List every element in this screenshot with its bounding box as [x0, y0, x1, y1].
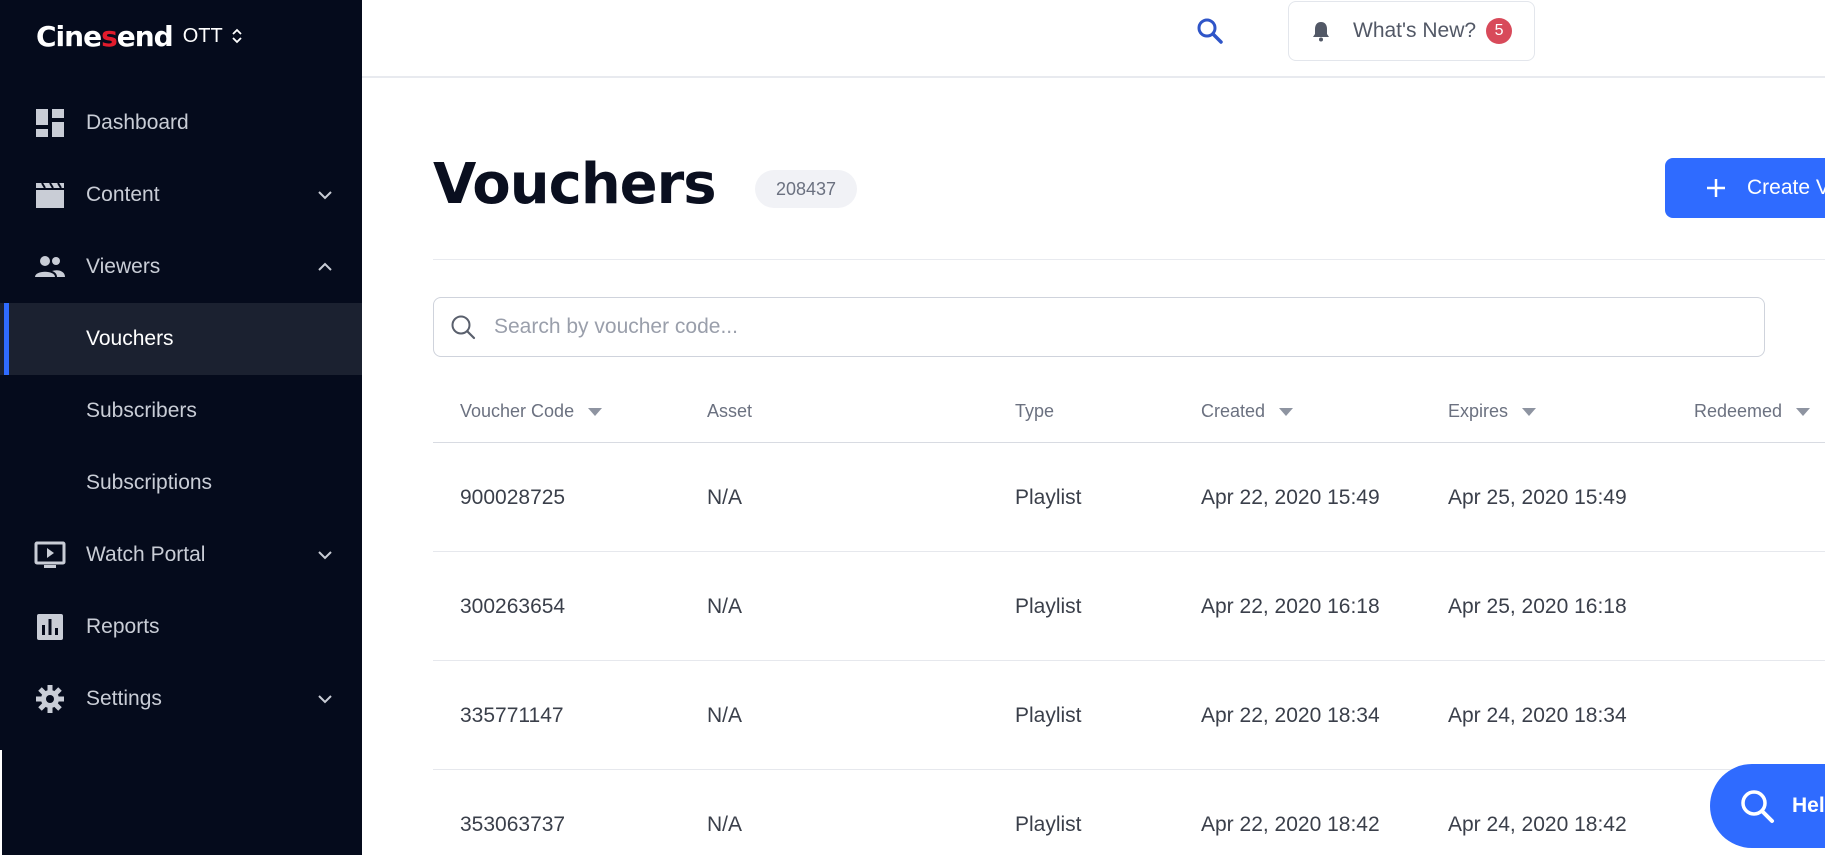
sidebar-item-reports[interactable]: Reports [0, 591, 362, 663]
product-label: OTT [182, 24, 223, 47]
voucher-code: 300263654 [460, 594, 566, 618]
table-row[interactable]: 335771147 N/A Playlist Apr 22, 2020 18:3… [433, 661, 1825, 770]
type: Playlist [1015, 812, 1082, 836]
type: Playlist [1015, 594, 1082, 618]
expires-date: Apr 24, 2020 18:34 [1448, 703, 1627, 727]
table-row[interactable]: 900028725 N/A Playlist Apr 22, 2020 15:4… [433, 443, 1825, 552]
voucher-code: 335771147 [460, 703, 564, 727]
product-switcher[interactable]: OTT [183, 25, 243, 48]
sort-down-icon [1796, 407, 1811, 416]
sidebar-item-settings[interactable]: Settings [0, 663, 362, 735]
voucher-search[interactable] [433, 297, 1765, 357]
help-button[interactable]: Hel [1710, 764, 1825, 848]
search-icon[interactable] [1195, 16, 1225, 46]
type: Playlist [1015, 485, 1082, 509]
cinesend-logo: Cinesend [36, 19, 174, 53]
sidebar-item-label: Vouchers [86, 327, 174, 350]
chevron-up-icon [318, 262, 332, 271]
people-icon [35, 256, 65, 277]
sidebar-item-content[interactable]: Content [0, 159, 362, 231]
type: Playlist [1015, 703, 1082, 727]
help-search-icon [1741, 790, 1774, 823]
create-voucher-label: Create V [1747, 176, 1825, 199]
whats-new-button[interactable]: What's New? 5 [1288, 1, 1535, 61]
vouchers-table: Voucher Code Asset Type Created Expires … [433, 380, 1825, 855]
sidebar-item-viewers[interactable]: Viewers [0, 231, 362, 303]
sidebar-item-label: Subscribers [86, 399, 197, 422]
whats-new-label: What's New? [1353, 19, 1477, 42]
help-label: Hel [1792, 794, 1825, 817]
bar-chart-icon [37, 614, 63, 640]
column-header-asset: Asset [707, 401, 753, 421]
expires-date: Apr 25, 2020 15:49 [1448, 485, 1627, 509]
sort-down-icon [1279, 407, 1294, 416]
notification-count-badge: 5 [1486, 18, 1513, 44]
voucher-code: 900028725 [460, 485, 566, 509]
sidebar-nav: Dashboard Content Viewers Vouchers Subsc… [0, 87, 362, 735]
bell-icon [1313, 22, 1329, 42]
column-header-expires[interactable]: Expires [1448, 380, 1537, 443]
gear-icon [36, 685, 64, 713]
created-date: Apr 22, 2020 18:42 [1201, 812, 1380, 836]
sidebar-item-label: Subscriptions [86, 471, 213, 494]
voucher-count-badge: 208437 [755, 170, 857, 208]
sidebar-item-dashboard[interactable]: Dashboard [0, 87, 362, 159]
sidebar-item-label: Reports [86, 615, 160, 638]
header-divider [433, 259, 1825, 260]
sidebar-item-vouchers[interactable]: Vouchers [0, 303, 362, 375]
sidebar-item-label: Viewers [86, 255, 161, 278]
dashboard-icon [36, 109, 64, 137]
sidebar-item-subscribers[interactable]: Subscribers [0, 375, 362, 447]
sidebar-item-label: Content [86, 183, 160, 206]
expires-date: Apr 25, 2020 16:18 [1448, 594, 1627, 618]
up-down-caret-icon [232, 28, 242, 44]
table-header: Voucher Code Asset Type Created Expires … [433, 380, 1825, 443]
asset: N/A [707, 812, 743, 836]
column-header-created[interactable]: Created [1201, 380, 1294, 443]
created-date: Apr 22, 2020 18:34 [1201, 703, 1380, 727]
clapperboard-icon [36, 182, 64, 208]
table-row[interactable]: 300263654 N/A Playlist Apr 22, 2020 16:1… [433, 552, 1825, 661]
top-bar: What's New? 5 [362, 0, 1825, 78]
asset: N/A [707, 594, 743, 618]
sort-down-icon [588, 407, 603, 416]
created-date: Apr 22, 2020 16:18 [1201, 594, 1380, 618]
chevron-down-icon [318, 551, 332, 560]
create-voucher-button[interactable]: Create V [1665, 158, 1825, 218]
sidebar: Cinesend OTT Dashboard Content Viewers V… [0, 0, 362, 855]
column-header-redeemed[interactable]: Redeemed [1694, 380, 1811, 443]
voucher-code: 353063737 [460, 812, 566, 836]
plus-icon [1707, 179, 1725, 197]
asset: N/A [707, 703, 743, 727]
asset: N/A [707, 485, 743, 509]
table-row[interactable]: 353063737 N/A Playlist Apr 22, 2020 18:4… [433, 770, 1825, 855]
created-date: Apr 22, 2020 15:49 [1201, 485, 1380, 509]
chevron-down-icon [318, 191, 332, 200]
page-title: Vouchers [433, 152, 717, 217]
column-header-type: Type [1015, 401, 1055, 421]
sidebar-item-subscriptions[interactable]: Subscriptions [0, 447, 362, 519]
sort-down-icon [1522, 407, 1537, 416]
play-screen-icon [34, 541, 66, 568]
expires-date: Apr 24, 2020 18:42 [1448, 812, 1627, 836]
search-input[interactable] [494, 315, 1694, 339]
sidebar-item-label: Settings [86, 687, 162, 710]
chevron-down-icon [318, 695, 332, 704]
sidebar-item-label: Dashboard [86, 111, 189, 134]
sidebar-edge [0, 750, 2, 855]
column-header-voucher-code[interactable]: Voucher Code [460, 380, 603, 443]
search-icon [451, 315, 476, 340]
sidebar-item-watch-portal[interactable]: Watch Portal [0, 519, 362, 591]
sidebar-item-label: Watch Portal [86, 543, 206, 566]
brand[interactable]: Cinesend OTT [36, 14, 243, 58]
